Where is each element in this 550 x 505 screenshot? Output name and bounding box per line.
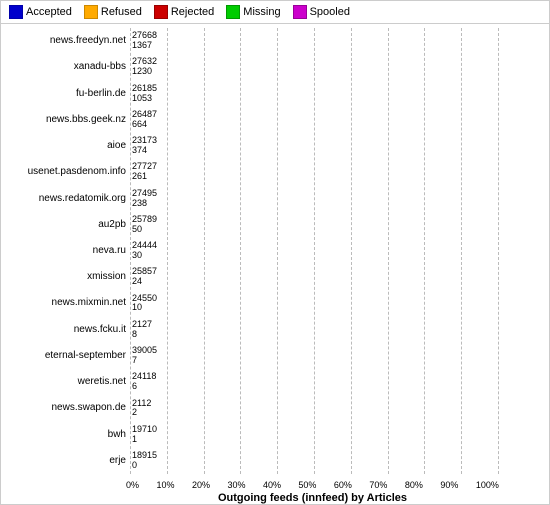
- legend-rejected-box: [154, 5, 168, 19]
- y-label: erje: [109, 450, 126, 472]
- bar-row: 21278: [130, 319, 499, 341]
- bar-row: 27727261: [130, 161, 499, 183]
- y-label: news.freedyn.net: [50, 30, 126, 52]
- bar-value-label: 2444430: [132, 241, 157, 261]
- bar-row: 2455010: [130, 292, 499, 314]
- legend-missing: Missing: [226, 5, 280, 19]
- x-ticks: 0% 10% 20% 30% 40% 50% 60% 70% 80% 90% 100%: [126, 478, 499, 490]
- bar-row: 26487664: [130, 109, 499, 131]
- bar-value-label: 2585724: [132, 267, 157, 287]
- bar-row: 2578950: [130, 214, 499, 236]
- bar-row: 276681367: [130, 30, 499, 52]
- x-tick: 10%: [156, 480, 174, 490]
- y-label: au2pb: [98, 214, 126, 236]
- legend-missing-box: [226, 5, 240, 19]
- bar-value-label: 189150: [132, 451, 157, 471]
- x-tick: 20%: [192, 480, 210, 490]
- legend-accepted-label: Accepted: [26, 6, 72, 18]
- x-tick: 30%: [227, 480, 245, 490]
- y-label: xanadu-bbs: [74, 56, 126, 78]
- bars-rows: 276681367 276321230 261851053 26487664 23173…: [130, 28, 499, 474]
- x-tick: 40%: [263, 480, 281, 490]
- y-label: news.bbs.geek.nz: [46, 109, 126, 131]
- x-tick: 100%: [476, 480, 499, 490]
- legend-rejected: Rejected: [154, 5, 214, 19]
- y-label: fu-berlin.de: [76, 83, 126, 105]
- legend-accepted: Accepted: [9, 5, 72, 19]
- bar-value-label: 27495238: [132, 189, 157, 209]
- bar-row: 189150: [130, 450, 499, 472]
- legend-accepted-box: [9, 5, 23, 19]
- bar-row: 197101: [130, 424, 499, 446]
- legend-refused: Refused: [84, 5, 142, 19]
- bar-row: 2444430: [130, 240, 499, 262]
- legend-rejected-label: Rejected: [171, 6, 214, 18]
- x-tick: 70%: [369, 480, 387, 490]
- x-tick: 0%: [126, 480, 139, 490]
- bar-row: 27495238: [130, 188, 499, 210]
- bar-value-label: 276681367: [132, 31, 157, 51]
- legend-spooled: Spooled: [293, 5, 350, 19]
- bar-value-label: 23173374: [132, 136, 157, 156]
- y-label: news.mixmin.net: [52, 292, 126, 314]
- y-label: aioe: [107, 135, 126, 157]
- bar-value-label: 21122: [132, 399, 151, 419]
- bar-value-label: 21278: [132, 320, 152, 340]
- bar-row: 23173374: [130, 135, 499, 157]
- bar-value-label: 241186: [132, 372, 156, 392]
- bar-value-label: 2578950: [132, 215, 157, 235]
- bar-row: 2585724: [130, 266, 499, 288]
- bar-value-label: 276321230: [132, 57, 157, 77]
- bar-value-label: 27727261: [132, 162, 157, 182]
- y-label: bwh: [108, 424, 126, 446]
- bar-row: 276321230: [130, 56, 499, 78]
- y-label: weretis.net: [78, 371, 126, 393]
- bar-value-label: 26487664: [132, 110, 157, 130]
- y-label: news.fcku.it: [74, 319, 126, 341]
- bar-row: 390057: [130, 345, 499, 367]
- chart-container: Accepted Refused Rejected Missing Spoole…: [0, 0, 550, 505]
- legend-refused-label: Refused: [101, 6, 142, 18]
- bars-area: 276681367 276321230 261851053 26487664 23173…: [130, 28, 499, 474]
- x-tick: 80%: [405, 480, 423, 490]
- bar-value-label: 261851053: [132, 84, 157, 104]
- x-tick: 60%: [334, 480, 352, 490]
- y-label: news.redatomik.org: [39, 188, 126, 210]
- x-tick: 50%: [298, 480, 316, 490]
- legend-refused-box: [84, 5, 98, 19]
- y-label: xmission: [87, 266, 126, 288]
- y-label: neva.ru: [93, 240, 126, 262]
- bar-row: 241186: [130, 371, 499, 393]
- bar-value-label: 2455010: [132, 294, 157, 314]
- legend: Accepted Refused Rejected Missing Spoole…: [1, 1, 549, 24]
- x-tick: 90%: [440, 480, 458, 490]
- x-axis: 0% 10% 20% 30% 40% 50% 60% 70% 80% 90% 100% Outgoi…: [126, 478, 499, 504]
- legend-spooled-label: Spooled: [310, 6, 350, 18]
- bar-row: 21122: [130, 397, 499, 419]
- bar-row: 261851053: [130, 83, 499, 105]
- legend-missing-label: Missing: [243, 6, 280, 18]
- legend-spooled-box: [293, 5, 307, 19]
- bar-value-label: 390057: [132, 346, 157, 366]
- x-title: Outgoing feeds (innfeed) by Articles: [126, 492, 499, 504]
- y-label: news.swapon.de: [52, 397, 127, 419]
- bar-value-label: 197101: [132, 425, 157, 445]
- y-label: eternal-september: [45, 345, 126, 367]
- y-label: usenet.pasdenom.info: [28, 161, 126, 183]
- y-axis: news.freedyn.net xanadu-bbs fu-berlin.de ne…: [5, 28, 130, 474]
